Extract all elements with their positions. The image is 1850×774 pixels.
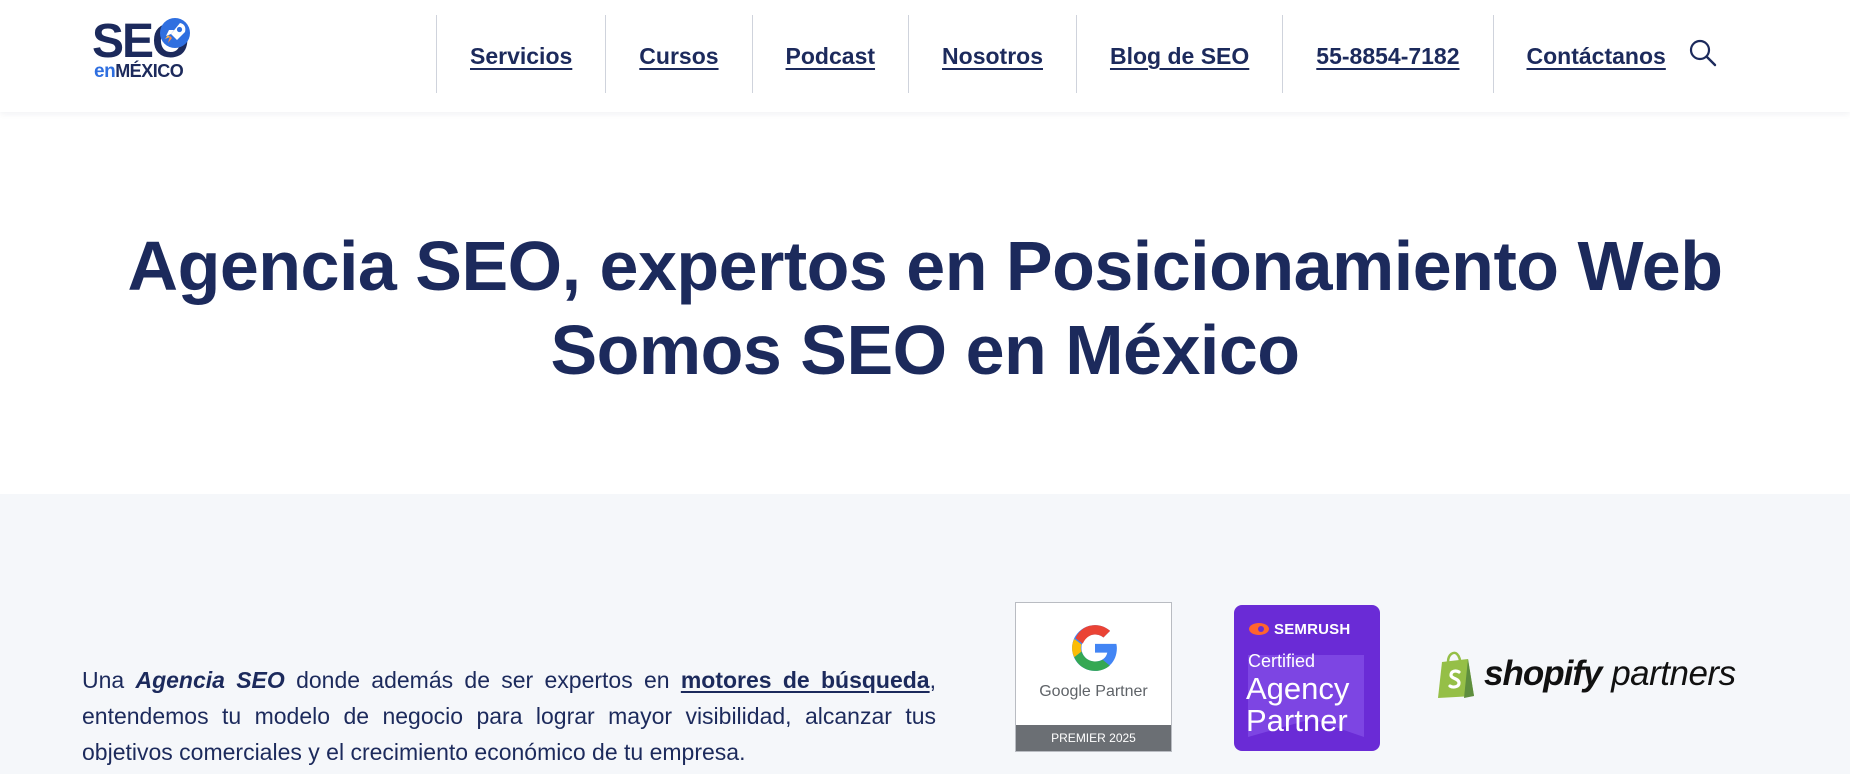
intro-paragraph: Una Agencia SEO donde además de ser expe… (82, 662, 936, 770)
page-title: Agencia SEO, expertos en Posicionamiento… (0, 224, 1850, 392)
google-partner-badge: Google Partner PREMIER 2025 (1015, 602, 1172, 752)
site-logo[interactable]: SEO enMÉXICO (92, 16, 202, 82)
google-g-icon (1072, 625, 1117, 671)
nav-item-podcast[interactable]: Podcast (751, 15, 908, 93)
semrush-agency-partner-text: Agency Partner (1246, 673, 1349, 737)
rocket-icon (160, 18, 190, 48)
semrush-agency-line: Agency (1246, 671, 1350, 706)
page-title-line-2: Somos SEO en México (550, 311, 1300, 389)
shopify-partners-text: partners (1611, 654, 1736, 693)
shopify-partners-wordmark: shopify partners (1484, 654, 1736, 694)
nav-item-nosotros[interactable]: Nosotros (908, 15, 1076, 93)
nav-item-blog[interactable]: Blog de SEO (1075, 15, 1282, 93)
motores-de-busqueda-link[interactable]: motores de búsqueda (681, 667, 930, 693)
nav-item-cursos[interactable]: Cursos (605, 15, 751, 93)
semrush-partner-line: Partner (1246, 703, 1348, 738)
search-icon[interactable] (1688, 38, 1718, 68)
logo-en-text: en (94, 61, 116, 82)
site-header: SEO enMÉXICO Servicios Cursos Podcast No… (0, 0, 1850, 112)
semrush-brand-text: SEMRUSH (1274, 620, 1351, 638)
shopify-brand-text: shopify (1484, 654, 1602, 693)
intro-text-middle: donde además de ser expertos en (284, 667, 681, 693)
page-title-line-1: Agencia SEO, expertos en Posicionamiento… (127, 227, 1723, 305)
semrush-certified-text: Certified (1248, 651, 1316, 671)
shopify-partners-badge: shopify partners (1434, 646, 1736, 702)
hero-section: Agencia SEO, expertos en Posicionamiento… (0, 112, 1850, 494)
intro-section: Una Agencia SEO donde además de ser expe… (0, 494, 1850, 774)
nav-item-contactanos[interactable]: Contáctanos (1492, 15, 1666, 93)
main-nav: Servicios Cursos Podcast Nosotros Blog d… (436, 15, 1666, 93)
semrush-fire-icon (1249, 623, 1269, 635)
intro-text-start: Una (82, 667, 136, 693)
semrush-agency-partner-badge: SEMRUSH Certified Agency Partner (1234, 605, 1380, 751)
google-premier-label: PREMIER 2025 (1016, 725, 1171, 751)
logo-subtitle: enMÉXICO (94, 60, 184, 83)
nav-item-servicios[interactable]: Servicios (436, 15, 605, 93)
logo-mexico-text: MÉXICO (115, 61, 184, 81)
intro-emphasis: Agencia SEO (135, 667, 285, 693)
semrush-brand: SEMRUSH (1248, 619, 1350, 639)
nav-item-phone[interactable]: 55-8854-7182 (1282, 15, 1492, 93)
google-partner-label: Google Partner (1039, 683, 1148, 700)
shopify-bag-icon (1438, 651, 1474, 698)
